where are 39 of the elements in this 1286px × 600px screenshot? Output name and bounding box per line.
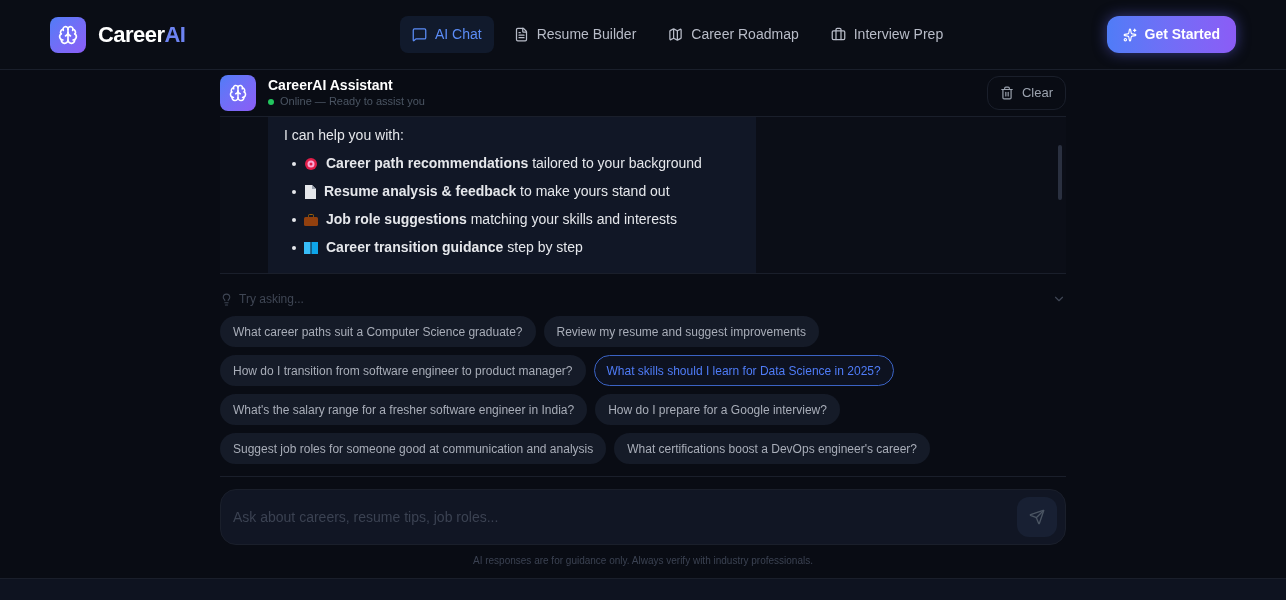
suggestion-chip[interactable]: What's the salary range for a fresher software engineer in India? [220, 394, 588, 425]
tab-icon [830, 27, 846, 42]
briefcase-icon [304, 213, 318, 226]
tab-icon [513, 27, 529, 42]
brand-name: CareerAI [98, 21, 186, 49]
send-button[interactable] [1017, 497, 1057, 537]
nav-tab[interactable]: Resume Builder [501, 16, 649, 53]
clear-button[interactable]: Clear [986, 76, 1066, 110]
suggestion-chip[interactable]: How do I prepare for a Google interview? [595, 394, 840, 425]
document-icon [304, 184, 316, 199]
send-icon [1029, 509, 1045, 525]
tab-icon [412, 27, 427, 42]
assistant-title: CareerAI Assistant [268, 77, 394, 95]
message-list-item: Resume analysis & feedback to make yours stand out [324, 182, 670, 201]
scrollbar-thumb [1058, 145, 1062, 200]
message-intro: I can help you with: [284, 126, 405, 145]
message-list-item: Career transition guidance step by step [326, 238, 583, 257]
suggestion-chip[interactable]: Suggest job roles for someone good at communication and analysis [220, 433, 607, 464]
status-text: Online — Ready to assist you [280, 94, 425, 109]
message-list-item: Job role suggestions matching your skills and interests [326, 210, 677, 229]
suggestion-chip[interactable]: What certifications boost a DevOps engineer's career? [614, 433, 930, 464]
suggestion-chip[interactable]: What skills should I learn for Data Science in 2025? [593, 355, 894, 386]
message-list-item: Career path recommendations tailored to your background [326, 154, 702, 173]
assistant-avatar-icon [220, 75, 256, 111]
suggestion-chip[interactable]: What career paths suit a Computer Science graduate? [220, 316, 536, 347]
suggestion-chip[interactable]: How do I transition from software engineer to product manager? [220, 355, 586, 386]
nav-tab[interactable]: AI Chat [400, 16, 494, 53]
book-icon [304, 241, 318, 254]
nav-tab[interactable]: Career Roadmap [656, 16, 811, 53]
brain-logo-icon [50, 16, 86, 53]
target-icon [304, 156, 318, 171]
trash-icon [999, 86, 1014, 100]
tab-icon [668, 27, 684, 42]
suggestion-chip[interactable]: Review my resume and suggest improvements [543, 316, 819, 347]
lightbulb-icon [220, 292, 233, 306]
get-started-button[interactable]: Get Started [1106, 16, 1236, 53]
nav-tab[interactable]: Interview Prep [818, 16, 956, 53]
try-asking-label: Try asking... [239, 291, 305, 308]
sparkles-icon [1122, 27, 1137, 42]
